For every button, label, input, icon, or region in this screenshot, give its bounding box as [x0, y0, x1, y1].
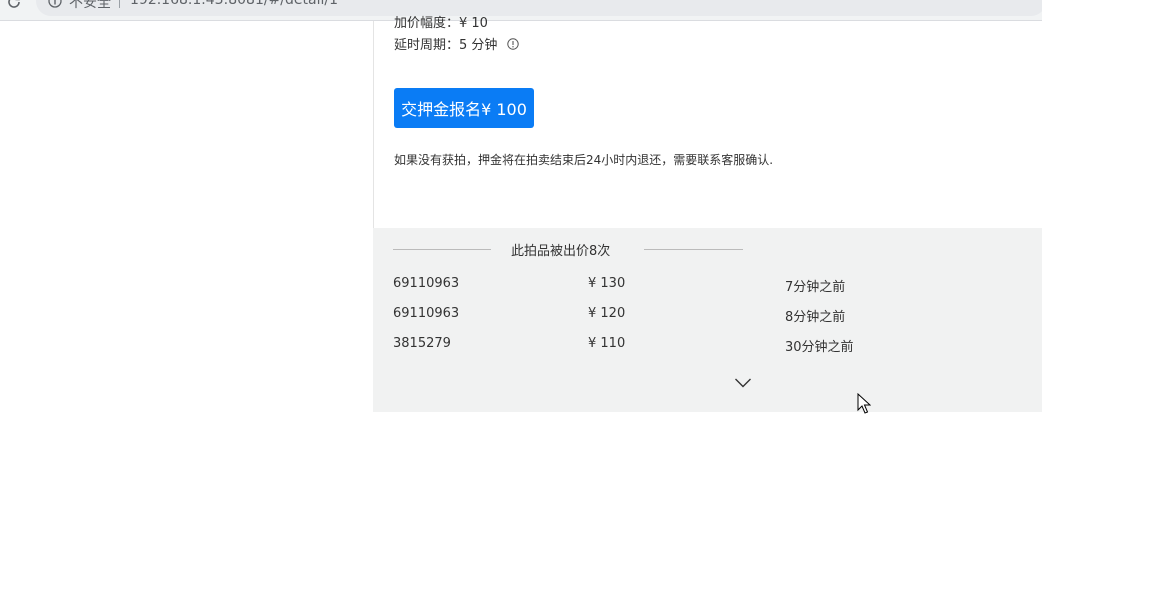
bid-row: 3815279 ¥ 110 30分钟之前 — [393, 336, 993, 355]
mouse-pointer-icon — [857, 392, 872, 415]
bid-history-heading: 此拍品被出价8次 — [393, 240, 743, 259]
increment-row: 加价幅度：¥ 10 — [394, 16, 488, 31]
bid-time: 7分钟之前 — [785, 280, 846, 295]
bid-price: ¥ 130 — [588, 276, 626, 291]
info-circle-icon[interactable] — [507, 37, 520, 50]
reload-icon[interactable] — [6, 0, 22, 10]
bid-row: 69110963 ¥ 120 8分钟之前 — [393, 306, 993, 325]
chevron-down-icon[interactable] — [734, 374, 752, 388]
deposit-signup-button[interactable]: 交押金报名¥ 100 — [394, 88, 534, 128]
heading-divider-right — [644, 249, 743, 250]
bid-history-panel: 此拍品被出价8次 69110963 ¥ 130 7分钟之前 69110963 ¥… — [373, 228, 1042, 412]
browser-address-bar: 不安全 192.168.1.43:8081/#/detail/1 — [0, 0, 1042, 21]
info-icon[interactable] — [48, 0, 62, 8]
bid-user-id: 3815279 — [393, 336, 451, 351]
bid-user-id: 69110963 — [393, 306, 460, 321]
bid-time: 8分钟之前 — [785, 310, 846, 325]
bid-price: ¥ 110 — [588, 336, 626, 351]
bid-count-title: 此拍品被出价8次 — [511, 244, 611, 259]
delay-value: 5 分钟 — [459, 38, 498, 53]
delay-label: 延时周期： — [394, 38, 460, 53]
bid-time: 30分钟之前 — [785, 340, 854, 355]
url-divider — [119, 0, 120, 8]
auction-detail-panel: 加价幅度：¥ 10 延时周期： 5 分钟 交押金报名¥ 100 如果没有获拍，押… — [373, 16, 1043, 228]
bid-price: ¥ 120 — [588, 306, 626, 321]
delay-period-row: 延时周期： 5 分钟 — [394, 34, 520, 53]
refund-note: 如果没有获拍，押金将在拍卖结束后24小时内退还，需要联系客服确认. — [394, 153, 774, 167]
url-text[interactable]: 192.168.1.43:8081/#/detail/1 — [130, 0, 338, 8]
heading-divider-left — [393, 249, 491, 250]
security-label: 不安全 — [69, 0, 111, 11]
bid-row: 69110963 ¥ 130 7分钟之前 — [393, 276, 993, 295]
bid-user-id: 69110963 — [393, 276, 460, 291]
